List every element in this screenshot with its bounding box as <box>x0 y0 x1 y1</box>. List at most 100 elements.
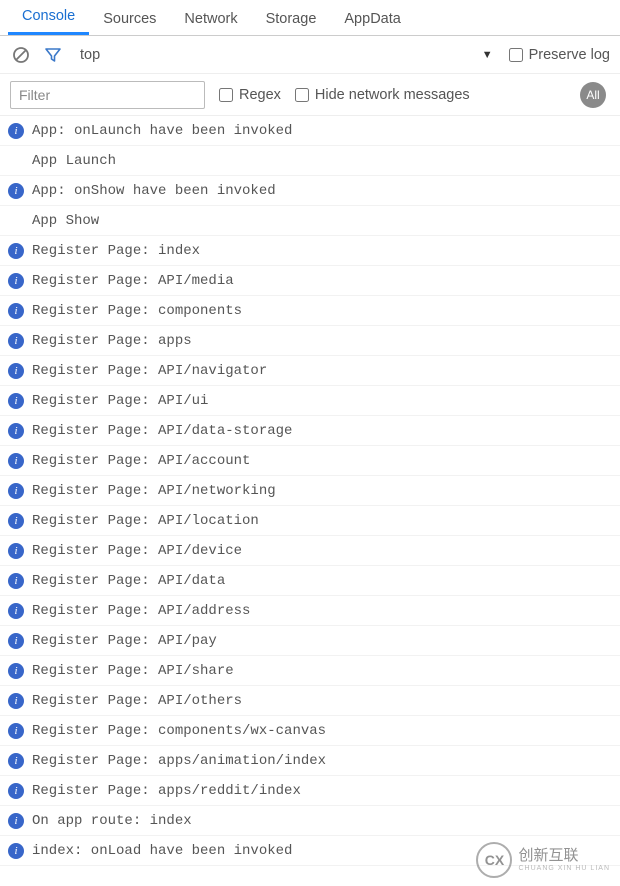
log-row[interactable]: i Register Page: apps <box>0 326 620 356</box>
log-row[interactable]: i Register Page: apps/animation/index <box>0 746 620 776</box>
watermark-sub: CHUANG XIN HU LIAN <box>518 865 610 872</box>
log-message: Register Page: API/location <box>32 513 259 529</box>
log-message: Register Page: apps/animation/index <box>32 753 326 769</box>
log-message: index: onLoad have been invoked <box>32 843 292 859</box>
log-message: Register Page: API/address <box>32 603 250 619</box>
info-icon: i <box>8 813 24 829</box>
log-message: Register Page: API/account <box>32 453 250 469</box>
regex-label: Regex <box>239 87 281 103</box>
filter-input[interactable] <box>10 81 205 109</box>
log-row[interactable]: iApp Show <box>0 206 620 236</box>
regex-control[interactable]: Regex <box>219 87 281 103</box>
log-message: Register Page: API/networking <box>32 483 276 499</box>
log-message: Register Page: apps/reddit/index <box>32 783 301 799</box>
log-message: App Launch <box>32 153 116 169</box>
info-icon: i <box>8 423 24 439</box>
log-message: Register Page: API/ui <box>32 393 208 409</box>
log-row[interactable]: i Register Page: apps/reddit/index <box>0 776 620 806</box>
regex-checkbox[interactable] <box>219 88 233 102</box>
log-message: Register Page: API/others <box>32 693 242 709</box>
level-filter-all[interactable]: All <box>580 82 606 108</box>
tab-sources[interactable]: Sources <box>89 3 170 35</box>
log-row[interactable]: i Register Page: API/location <box>0 506 620 536</box>
info-icon: i <box>8 843 24 859</box>
preserve-log-control[interactable]: Preserve log <box>509 47 610 63</box>
info-icon: i <box>8 303 24 319</box>
log-message: Register Page: API/data <box>32 573 225 589</box>
log-message: Register Page: index <box>32 243 200 259</box>
log-row[interactable]: i Register Page: API/account <box>0 446 620 476</box>
filter-bar: Regex Hide network messages All <box>0 74 620 116</box>
hide-network-label: Hide network messages <box>315 87 470 103</box>
log-row[interactable]: i Register Page: API/share <box>0 656 620 686</box>
hide-network-checkbox[interactable] <box>295 88 309 102</box>
preserve-log-checkbox[interactable] <box>509 48 523 62</box>
log-row[interactable]: i Register Page: components/wx-canvas <box>0 716 620 746</box>
info-icon: i <box>8 393 24 409</box>
log-message: App: onLaunch have been invoked <box>32 123 292 139</box>
log-message: Register Page: components/wx-canvas <box>32 723 326 739</box>
log-row[interactable]: i Register Page: API/device <box>0 536 620 566</box>
chevron-down-icon: ▼ <box>482 49 493 61</box>
log-row[interactable]: i Register Page: API/data-storage <box>0 416 620 446</box>
info-icon: i <box>8 123 24 139</box>
log-row[interactable]: i Register Page: API/ui <box>0 386 620 416</box>
info-icon: i <box>8 663 24 679</box>
clear-console-icon[interactable] <box>10 44 32 66</box>
info-icon: i <box>8 693 24 709</box>
log-row[interactable]: i Register Page: API/address <box>0 596 620 626</box>
log-message: Register Page: API/device <box>32 543 242 559</box>
log-row[interactable]: i Register Page: API/navigator <box>0 356 620 386</box>
watermark: CX 创新互联 CHUANG XIN HU LIAN <box>476 842 610 878</box>
log-row[interactable]: i On app route: index <box>0 806 620 836</box>
info-icon: i <box>8 243 24 259</box>
tab-network[interactable]: Network <box>170 3 251 35</box>
info-icon: i <box>8 333 24 349</box>
context-label: top <box>80 47 100 63</box>
log-message: Register Page: API/share <box>32 663 234 679</box>
info-icon: i <box>8 483 24 499</box>
log-row[interactable]: i App: onShow have been invoked <box>0 176 620 206</box>
info-icon: i <box>8 633 24 649</box>
log-message: Register Page: apps <box>32 333 192 349</box>
log-message: App Show <box>32 213 99 229</box>
info-icon: i <box>8 183 24 199</box>
tab-console[interactable]: Console <box>8 0 89 35</box>
info-icon: i <box>8 543 24 559</box>
console-toolbar: top ▼ Preserve log <box>0 36 620 74</box>
log-message: Register Page: API/pay <box>32 633 217 649</box>
log-row[interactable]: i Register Page: API/pay <box>0 626 620 656</box>
log-row[interactable]: i App: onLaunch have been invoked <box>0 116 620 146</box>
info-icon: i <box>8 783 24 799</box>
log-row[interactable]: i Register Page: components <box>0 296 620 326</box>
log-row[interactable]: i Register Page: API/others <box>0 686 620 716</box>
info-icon: i <box>8 723 24 739</box>
log-message: Register Page: components <box>32 303 242 319</box>
tab-storage[interactable]: Storage <box>252 3 331 35</box>
tab-appdata[interactable]: AppData <box>330 3 414 35</box>
log-message: Register Page: API/navigator <box>32 363 267 379</box>
preserve-log-label: Preserve log <box>529 47 610 63</box>
devtools-tabs: ConsoleSourcesNetworkStorageAppData <box>0 0 620 36</box>
info-icon: i <box>8 573 24 589</box>
watermark-logo: CX <box>476 842 512 878</box>
info-icon: i <box>8 513 24 529</box>
log-message: App: onShow have been invoked <box>32 183 276 199</box>
watermark-brand: 创新互联 <box>518 848 610 865</box>
console-log-list: iApp: onLaunch have been invokediApp Lau… <box>0 116 620 866</box>
log-message: On app route: index <box>32 813 192 829</box>
log-row[interactable]: i Register Page: API/data <box>0 566 620 596</box>
log-row[interactable]: i Register Page: index <box>0 236 620 266</box>
log-row[interactable]: i Register Page: API/networking <box>0 476 620 506</box>
info-icon: i <box>8 753 24 769</box>
log-message: Register Page: API/data-storage <box>32 423 292 439</box>
hide-network-control[interactable]: Hide network messages <box>295 87 470 103</box>
info-icon: i <box>8 363 24 379</box>
filter-icon[interactable] <box>42 44 64 66</box>
log-row[interactable]: iApp Launch <box>0 146 620 176</box>
log-message: Register Page: API/media <box>32 273 234 289</box>
info-icon: i <box>8 603 24 619</box>
info-icon: i <box>8 453 24 469</box>
context-selector[interactable]: top ▼ <box>74 47 499 63</box>
log-row[interactable]: iRegister Page: API/media <box>0 266 620 296</box>
